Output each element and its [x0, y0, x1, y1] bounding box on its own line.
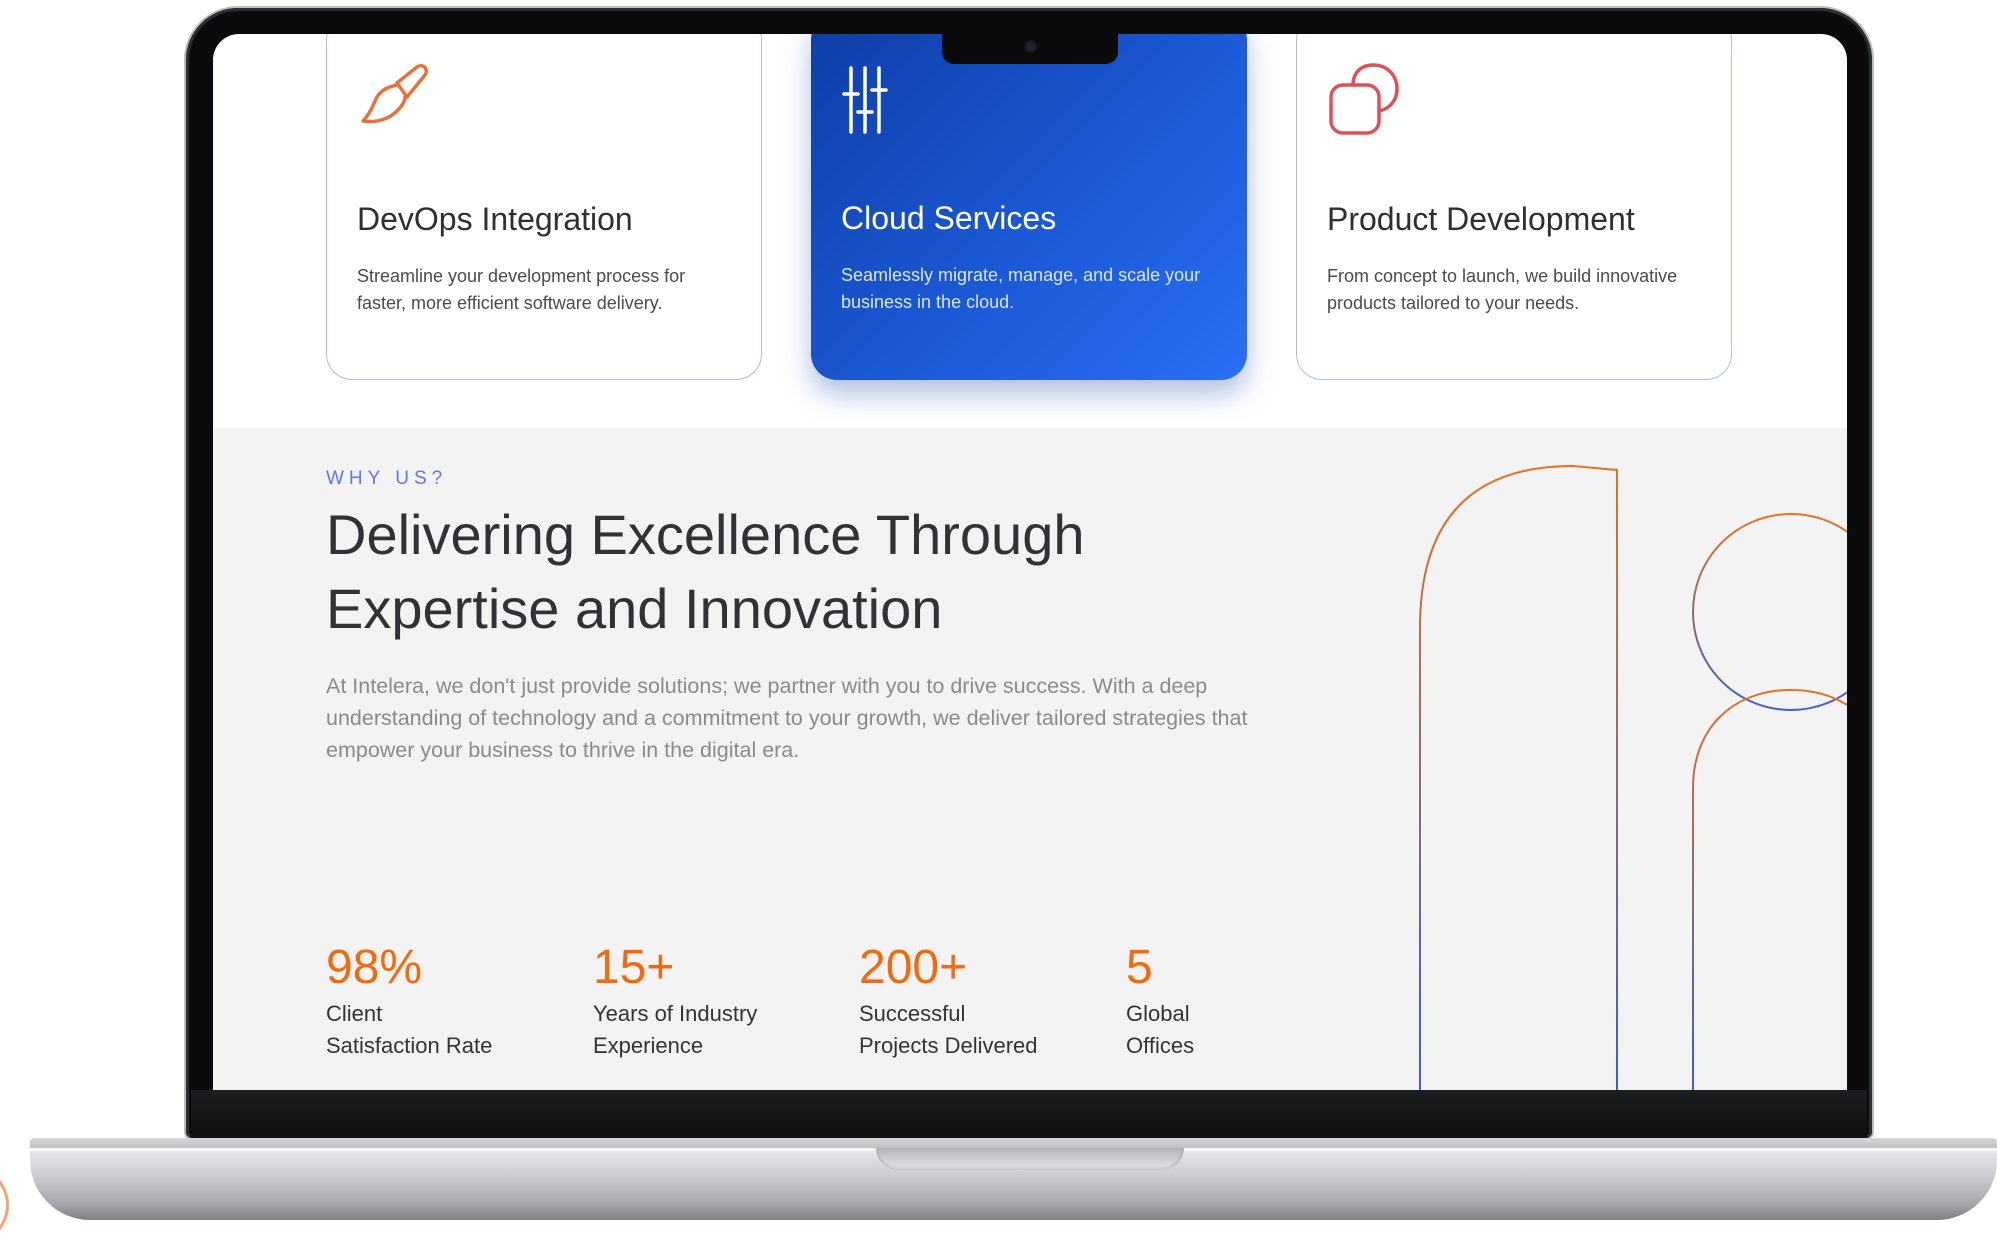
sliders-icon	[842, 66, 888, 134]
card-title: Cloud Services	[841, 200, 1057, 236]
camera-notch	[942, 34, 1118, 64]
laptop-screen: DevOps Integration Streamline your devel…	[213, 34, 1847, 1090]
section-headline: Delivering Excellence Through Expertise …	[326, 498, 1226, 646]
card-title: DevOps Integration	[357, 201, 633, 237]
section-eyebrow: WHY US?	[326, 468, 448, 489]
stat-label-line: Global	[1126, 1001, 1190, 1026]
card-description: From concept to launch, we build innovat…	[1327, 266, 1678, 313]
stat-client-satisfaction: 98% Client Satisfaction Rate	[326, 940, 566, 1062]
card-description: Streamline your development process for …	[357, 266, 686, 313]
stat-label-line: Successful	[859, 1001, 966, 1026]
camera-icon	[1026, 42, 1035, 51]
overlapping-squares-icon	[1329, 63, 1399, 135]
stat-label-line: Satisfaction Rate	[326, 1033, 493, 1058]
section-lead-paragraph: At Intelera, we don't just provide solut…	[326, 674, 1248, 762]
stat-label-line: Years of Industry	[593, 1001, 758, 1026]
stat-label: Global Offices	[1126, 998, 1366, 1062]
service-card-devops[interactable]: DevOps Integration Streamline your devel…	[326, 34, 762, 380]
laptop-opening-groove	[876, 1148, 1184, 1170]
service-card-product[interactable]: Product Development From concept to laun…	[1296, 34, 1732, 380]
card-title: Product Development	[1327, 201, 1635, 237]
screen-bottom-bezel	[191, 1090, 1867, 1138]
why-us-section: WHY US? Delivering Excellence Through Ex…	[213, 428, 1847, 1090]
stat-label-line: Experience	[593, 1033, 704, 1058]
stat-years-experience: 15+ Years of Industry Experience	[593, 940, 833, 1062]
stat-projects-delivered: 200+ Successful Projects Delivered	[859, 940, 1099, 1062]
stat-label-line: Offices	[1126, 1033, 1195, 1058]
stat-label-line: Client	[326, 1001, 383, 1026]
headline-line-2: Expertise and Innovation	[326, 577, 943, 640]
headline-line-1: Delivering Excellence Through	[326, 503, 1085, 566]
stat-label: Years of Industry Experience	[593, 998, 833, 1062]
stat-label: Client Satisfaction Rate	[326, 998, 566, 1062]
stat-label: Successful Projects Delivered	[859, 998, 1099, 1062]
card-description: Seamlessly migrate, manage, and scale yo…	[841, 265, 1201, 312]
stat-global-offices: 5 Global Offices	[1126, 940, 1366, 1062]
service-card-cloud[interactable]: Cloud Services Seamlessly migrate, manag…	[811, 34, 1247, 380]
stat-value: 98%	[326, 941, 423, 994]
stat-value: 5	[1126, 941, 1153, 994]
background-arc-decoration	[0, 1179, 9, 1231]
stat-value: 200+	[859, 941, 968, 994]
stat-value: 15+	[593, 941, 675, 994]
stat-label-line: Projects Delivered	[859, 1033, 1038, 1058]
paintbrush-icon	[361, 63, 429, 124]
